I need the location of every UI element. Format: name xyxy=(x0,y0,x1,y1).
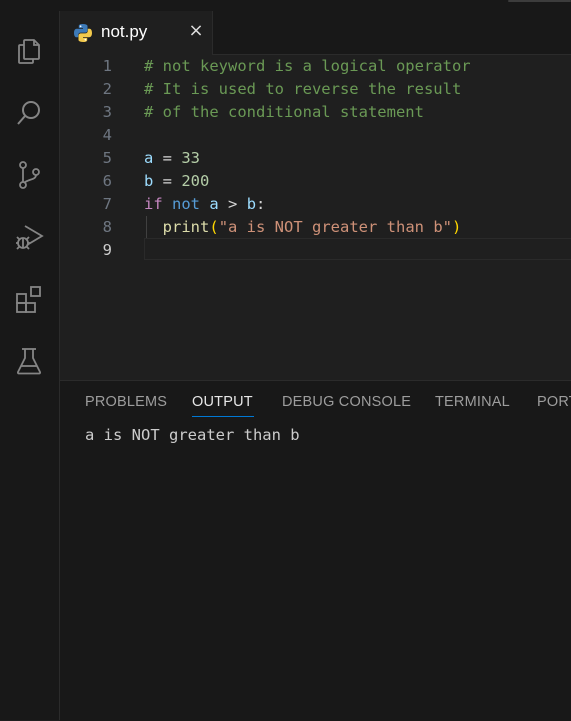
python-icon xyxy=(74,24,92,42)
code-token: = xyxy=(153,172,182,190)
code-line[interactable]: 9 xyxy=(60,238,571,262)
output-text: a is NOT greater than b xyxy=(85,426,300,444)
line-number: 9 xyxy=(102,241,112,259)
code-text: # It is used to reverse the result xyxy=(144,78,461,101)
code-line[interactable]: 5 a = 33 xyxy=(60,147,571,170)
testing-icon[interactable] xyxy=(12,344,46,378)
code-line[interactable]: 3 # of the conditional statement xyxy=(60,101,571,124)
line-number: 3 xyxy=(102,103,112,121)
code-line[interactable]: 7 if not a > b: xyxy=(60,193,571,216)
code-text: print("a is NOT greater than b") xyxy=(144,216,462,239)
title-strip-edge xyxy=(508,0,571,2)
active-tab-indicator xyxy=(192,416,254,417)
code-token: # of the conditional statement xyxy=(144,103,424,121)
editor-area: not.py × 1 # not keyword is a logical ope… xyxy=(60,11,571,380)
code-line[interactable]: 8 print("a is NOT greater than b") xyxy=(60,216,571,239)
code-token: print xyxy=(162,218,210,236)
extensions-icon[interactable] xyxy=(12,282,46,316)
line-number: 4 xyxy=(102,126,112,144)
code-token: "a is NOT greater than b" xyxy=(218,218,452,236)
line-number: 7 xyxy=(102,195,112,213)
run-debug-icon[interactable] xyxy=(12,220,46,254)
close-icon[interactable]: × xyxy=(186,20,206,42)
line-number: 1 xyxy=(102,57,112,75)
code-text: b = 200 xyxy=(144,170,209,193)
code-token: a xyxy=(144,149,154,167)
code-token: 200 xyxy=(181,172,210,190)
code-token: a xyxy=(209,195,219,213)
tab-label: not.py xyxy=(101,22,148,41)
code-token: > xyxy=(218,195,247,213)
code-token: # not keyword is a logical operator xyxy=(144,57,471,75)
code-line[interactable]: 1 # not keyword is a logical operator xyxy=(60,55,571,78)
bottom-panel: PROBLEMS OUTPUT DEBUG CONSOLE TERMINAL P… xyxy=(60,380,571,721)
tab-problems[interactable]: PROBLEMS xyxy=(85,394,167,410)
files-icon[interactable] xyxy=(12,34,46,68)
tab-terminal[interactable]: TERMINAL xyxy=(435,394,510,410)
code-token: if xyxy=(144,195,163,213)
code-token: b xyxy=(246,195,257,213)
line-number: 5 xyxy=(102,149,112,167)
panel-tabs: PROBLEMS OUTPUT DEBUG CONSOLE TERMINAL P… xyxy=(60,381,571,419)
code-line[interactable]: 2 # It is used to reverse the result xyxy=(60,78,571,101)
tab-output[interactable]: OUTPUT xyxy=(192,394,253,410)
code-text: a = 33 xyxy=(144,147,200,170)
activity-bar xyxy=(0,11,60,720)
source-control-icon[interactable] xyxy=(12,158,46,192)
line-number: 6 xyxy=(102,172,112,190)
search-icon[interactable] xyxy=(12,96,46,130)
code-line[interactable]: 4 xyxy=(60,124,571,147)
code-line[interactable]: 6 b = 200 xyxy=(60,170,571,193)
tab-debug-console[interactable]: DEBUG CONSOLE xyxy=(282,394,411,410)
code-token: : xyxy=(256,195,266,213)
code-editor[interactable]: 1 # not keyword is a logical operator 2 # I… xyxy=(60,55,571,375)
code-token: 33 xyxy=(181,149,201,167)
code-token: ) xyxy=(451,218,462,236)
line-number: 2 xyxy=(102,80,112,98)
code-token: ( xyxy=(209,218,219,236)
code-token: b xyxy=(144,172,154,190)
title-strip xyxy=(0,0,571,11)
code-text: # not keyword is a logical operator xyxy=(144,55,471,78)
code-text: # of the conditional statement xyxy=(144,101,424,124)
code-token: # It is used to reverse the result xyxy=(144,80,462,98)
line-number: 8 xyxy=(102,218,112,236)
code-token: = xyxy=(153,149,182,167)
tab-ports[interactable]: PORT xyxy=(537,394,571,410)
code-text: if not a > b: xyxy=(144,193,265,216)
current-line-highlight xyxy=(144,238,571,260)
tab-not-py[interactable]: not.py × xyxy=(60,11,213,55)
editor-tabbar: not.py × xyxy=(60,11,571,55)
code-token: not xyxy=(172,195,201,213)
